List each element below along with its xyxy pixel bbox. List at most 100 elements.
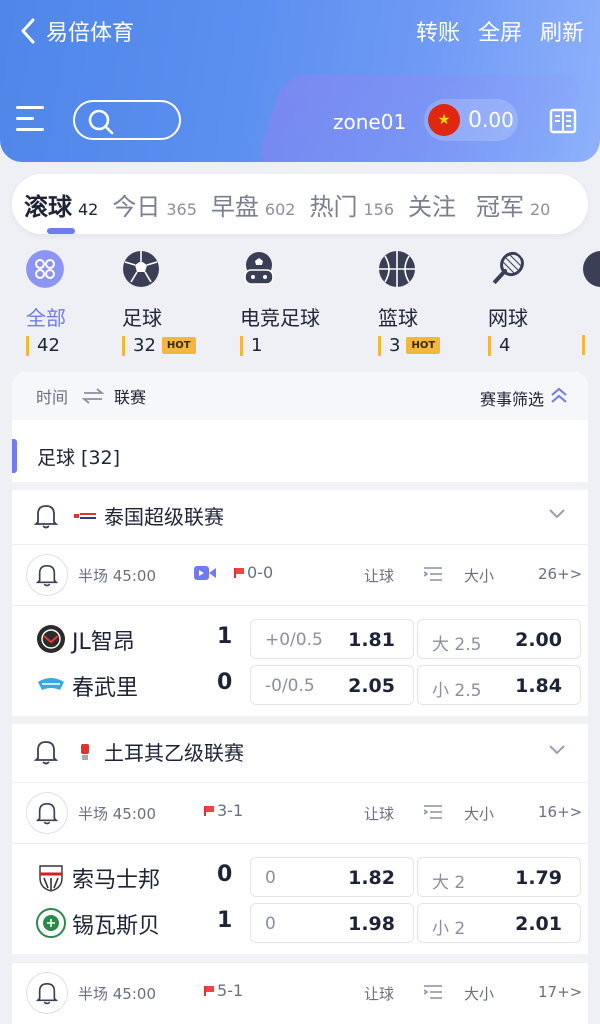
- section-title: 足球 [32]: [12, 432, 588, 480]
- sport-basketball[interactable]: 篮球 3 HOT: [378, 250, 441, 360]
- team-name: 春武里: [72, 676, 139, 701]
- hot-badge: HOT: [406, 337, 441, 354]
- tab-today[interactable]: 今日 365: [112, 187, 197, 222]
- turkish-league-logo-icon: [81, 744, 89, 760]
- search-button[interactable]: [73, 100, 181, 140]
- back-button[interactable]: [14, 14, 42, 48]
- league-name: 土耳其乙级联赛: [104, 741, 244, 765]
- market-tabs: 滚球 42 今日 365 早盘 602 热门 156 关注 冠军 20: [12, 174, 588, 234]
- tab-early[interactable]: 早盘 602: [211, 187, 296, 222]
- bell-icon[interactable]: [34, 502, 58, 530]
- match-bell-button[interactable]: [26, 792, 68, 834]
- team-score: 1: [217, 908, 233, 933]
- handicap-label: 让球: [364, 805, 395, 823]
- tab-live[interactable]: 滚球 42: [24, 187, 98, 222]
- handicap-odds-button[interactable]: +0/0.5 1.81: [250, 619, 414, 659]
- basketball-icon: [379, 251, 415, 287]
- tab-favorites[interactable]: 关注: [408, 187, 462, 222]
- bell-icon: [36, 983, 58, 1005]
- sport-soccer[interactable]: 足球 32 HOT: [122, 250, 196, 360]
- match-list: 时间 联赛 赛事筛选 足球 [32] 泰国超级联赛 半场 45:00 0-0 让…: [12, 372, 588, 1024]
- tab-indicator: [47, 228, 75, 234]
- thai-league-logo-icon: [74, 513, 96, 519]
- page-title: 易倍体育: [46, 21, 135, 46]
- match-time: 半场 45:00: [78, 567, 156, 585]
- soccer-ball-icon: [123, 251, 159, 287]
- handicap-label: 让球: [364, 985, 395, 1003]
- divider: [12, 954, 588, 962]
- over-under-odds-button[interactable]: 大 2.5 2.00: [417, 619, 581, 659]
- more-markets-link[interactable]: 26+>: [538, 565, 582, 583]
- rules-book-icon[interactable]: [548, 106, 578, 136]
- match-time: 半场 45:00: [78, 985, 156, 1003]
- tennis-racket-icon: [491, 251, 524, 286]
- tab-outright[interactable]: 冠军 20: [476, 187, 550, 222]
- over-under-label: 大小: [464, 567, 495, 585]
- over-under-label: 大小: [464, 985, 495, 1003]
- refresh-button[interactable]: 刷新: [540, 15, 584, 47]
- tab-hot[interactable]: 热门 156: [309, 187, 394, 222]
- handicap-odds-button[interactable]: 0 1.82: [250, 857, 414, 897]
- balance: 0.00: [468, 107, 514, 133]
- more-markets-link[interactable]: 17+>: [538, 983, 582, 1001]
- sport-esports-soccer[interactable]: 电竞足球 1: [240, 250, 320, 360]
- corner-count: 3-1: [204, 801, 243, 820]
- chevron-down-icon[interactable]: [548, 744, 566, 756]
- event-filter-button[interactable]: 赛事筛选: [480, 386, 544, 410]
- bell-icon[interactable]: [34, 738, 58, 766]
- over-under-odds-button[interactable]: 小 2 2.01: [417, 903, 581, 943]
- handicap-odds-button[interactable]: -0/0.5 2.05: [250, 665, 414, 705]
- handicap-label: 让球: [364, 567, 395, 585]
- chevron-down-icon[interactable]: [548, 508, 566, 520]
- team-name: 锡瓦斯贝: [72, 914, 161, 939]
- corner-count: 5-1: [204, 981, 243, 1000]
- team-score: 1: [217, 624, 233, 649]
- list-header: 时间 联赛 赛事筛选: [12, 372, 588, 420]
- chevron-double-up-icon[interactable]: [550, 386, 568, 404]
- sport-all[interactable]: 全部 42: [26, 250, 66, 360]
- over-under-odds-button[interactable]: 大 2 1.79: [417, 857, 581, 897]
- match-info-bar: 半场 45:00 3-1 让球 大小 16+>: [12, 782, 588, 844]
- live-video-icon[interactable]: [194, 565, 216, 581]
- username: zone01: [333, 110, 407, 134]
- transfer-button[interactable]: 转账: [416, 15, 460, 47]
- header-banner: 易倍体育 转账 全屏 刷新 zone01 ★ 0.00: [0, 0, 600, 162]
- sport-tennis[interactable]: 网球 4: [488, 250, 528, 360]
- menu-icon[interactable]: [16, 106, 48, 134]
- corner-count: 0-0: [234, 563, 273, 582]
- match-info-bar: 半场 45:00 5-1 让球 大小 17+>: [12, 962, 588, 1024]
- sport-more[interactable]: [582, 250, 600, 360]
- team-name: 索马士邦: [72, 868, 161, 893]
- handicap-odds-button[interactable]: 0 1.98: [250, 903, 414, 943]
- match-bell-button[interactable]: [26, 554, 68, 596]
- swap-icon[interactable]: [82, 388, 105, 404]
- over-under-label: 大小: [464, 805, 495, 823]
- sport-filter: 全部 42 足球 32 HOT 电竞足球 1 篮球 3 HOT 网球 4: [0, 250, 600, 360]
- match-bell-button[interactable]: [26, 972, 68, 1014]
- more-markets-link[interactable]: 16+>: [538, 803, 582, 821]
- team-row: 锡瓦斯贝 1 0 1.98 小 2 2.01: [12, 900, 588, 946]
- team-logo-icon: [37, 625, 65, 653]
- team-name: JL智昂: [72, 630, 135, 655]
- over-under-odds-button[interactable]: 小 2.5 1.84: [417, 665, 581, 705]
- team-logo-icon: [36, 908, 66, 938]
- sort-time[interactable]: 时间: [36, 384, 68, 408]
- fullscreen-button[interactable]: 全屏: [478, 15, 522, 47]
- league-header[interactable]: 泰国超级联赛: [12, 488, 588, 544]
- team-score: 0: [217, 862, 233, 887]
- sort-league[interactable]: 联赛: [114, 384, 146, 408]
- team-score: 0: [217, 670, 233, 695]
- match-info-bar: 半场 45:00 0-0 让球 大小 26+>: [12, 544, 588, 606]
- list-icon: [424, 985, 442, 999]
- bell-icon: [36, 803, 58, 825]
- list-icon: [424, 567, 442, 581]
- china-flag-icon: ★: [428, 104, 460, 136]
- search-icon: [88, 109, 114, 135]
- toolbar: zone01 ★ 0.00: [0, 96, 600, 148]
- corner-flag-icon: [204, 806, 214, 816]
- divider: [12, 716, 588, 724]
- nav-actions: 转账 全屏 刷新: [416, 15, 584, 47]
- balance-pill[interactable]: ★ 0.00: [424, 99, 518, 141]
- league-name: 泰国超级联赛: [104, 505, 224, 529]
- league-header[interactable]: 土耳其乙级联赛: [12, 724, 588, 780]
